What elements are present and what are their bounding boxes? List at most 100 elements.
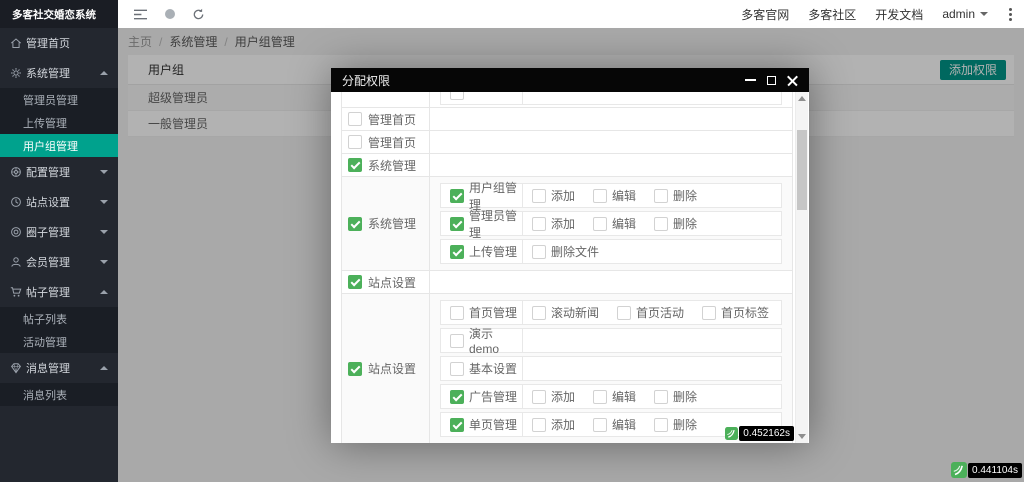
close-icon[interactable]: [787, 75, 798, 86]
permission-action-label: 编辑: [612, 418, 637, 432]
permission-action-label: 添加: [551, 390, 576, 404]
permission-label: 基本设置: [469, 362, 518, 376]
permission-row-管理首页: 管理首页: [342, 131, 792, 154]
permission-action-label: 删除: [673, 418, 698, 432]
checkbox-checked[interactable]: [450, 244, 464, 259]
checkbox-unchecked[interactable]: [654, 417, 669, 432]
sidebar-subitem-用户组管理[interactable]: 用户组管理: [0, 134, 118, 157]
topbar-right: 多客官网 多客社区 开发文档 admin: [741, 6, 1024, 23]
sidebar-item-配置管理[interactable]: 配置管理: [0, 157, 118, 187]
topbar-link[interactable]: 多客官网: [741, 6, 789, 23]
permission-cell-left: 管理首页: [342, 108, 430, 130]
more-options-icon[interactable]: [1007, 6, 1014, 23]
checkbox-unchecked[interactable]: [593, 216, 608, 231]
checkbox-unchecked[interactable]: [593, 417, 608, 432]
permission-action-添加: 添加: [532, 388, 575, 405]
permission-action-首页活动: 首页活动: [617, 304, 684, 321]
checkbox-unchecked[interactable]: [654, 188, 669, 203]
permission-label: 系统管理: [368, 217, 417, 231]
username: admin: [942, 7, 975, 21]
permission-subcell-left: 演示demo: [441, 327, 523, 356]
permission-subcell-left: [441, 92, 523, 104]
permission-subrow-演示demo: 演示demo: [440, 327, 782, 356]
topbar-link[interactable]: 开发文档: [875, 6, 923, 23]
checkbox-unchecked[interactable]: [348, 112, 362, 126]
permission-action-label: 首页活动: [636, 306, 685, 320]
sidebar-item-label: 消息管理: [26, 363, 70, 375]
sidebar-subitem-管理员管理[interactable]: 管理员管理: [0, 88, 118, 111]
scroll-down-icon[interactable]: [798, 434, 806, 439]
modal-scrollbar[interactable]: [795, 92, 808, 443]
checkbox-checked[interactable]: [450, 188, 464, 203]
message-icon: [10, 362, 23, 374]
checkbox-unchecked[interactable]: [593, 188, 608, 203]
permission-action-首页标签: 首页标签: [702, 304, 769, 321]
site-icon: [10, 196, 23, 208]
permission-label: 站点设置: [368, 362, 417, 376]
checkbox-unchecked[interactable]: [617, 305, 632, 320]
permission-action-添加: 添加: [532, 187, 575, 204]
sidebar-subitem-帖子列表[interactable]: 帖子列表: [0, 307, 118, 330]
minimize-icon[interactable]: [745, 79, 756, 81]
permission-action-删除文件: 删除文件: [532, 243, 599, 260]
permission-action-label: 编辑: [612, 189, 637, 203]
permission-subrow-用户组管理: 用户组管理 添加 编辑 删除: [440, 181, 782, 212]
permission-subcell-right: 添加 编辑 删除: [523, 184, 781, 207]
chevron-down-icon: [100, 200, 108, 204]
sidebar-item-管理首页[interactable]: 管理首页: [0, 28, 118, 58]
checkbox-checked[interactable]: [450, 389, 464, 404]
checkbox-unchecked[interactable]: [532, 188, 546, 203]
checkbox-checked[interactable]: [348, 216, 362, 231]
checkbox-unchecked[interactable]: [654, 216, 669, 231]
checkbox-unchecked[interactable]: [450, 305, 464, 320]
permission-action-编辑: 编辑: [593, 215, 636, 232]
scrollbar-thumb[interactable]: [797, 130, 807, 210]
checkbox-checked[interactable]: [348, 275, 362, 289]
checkbox-unchecked[interactable]: [450, 333, 464, 348]
maximize-icon[interactable]: [767, 75, 776, 85]
checkbox-unchecked[interactable]: [450, 92, 464, 100]
topbar-link[interactable]: 多客社区: [808, 6, 856, 23]
page-loadtime-badge: 0.441104s: [951, 462, 1022, 478]
checkbox-unchecked[interactable]: [654, 389, 669, 404]
permission-label: 演示demo: [469, 327, 500, 356]
user-menu[interactable]: admin: [942, 7, 988, 21]
permission-cell-right: [430, 92, 792, 107]
permission-action-label: 编辑: [612, 390, 637, 404]
checkbox-unchecked[interactable]: [532, 417, 546, 432]
checkbox-checked[interactable]: [450, 216, 464, 231]
sidebar-item-会员管理[interactable]: 会员管理: [0, 247, 118, 277]
sidebar-item-站点设置[interactable]: 站点设置: [0, 187, 118, 217]
sidebar-subitem-活动管理[interactable]: 活动管理: [0, 330, 118, 353]
checkbox-unchecked[interactable]: [532, 305, 546, 320]
checkbox-unchecked[interactable]: [532, 216, 546, 231]
sidebar-item-消息管理[interactable]: 消息管理: [0, 353, 118, 383]
checkbox-checked[interactable]: [348, 158, 362, 172]
checkbox-unchecked[interactable]: [532, 389, 546, 404]
checkbox-unchecked[interactable]: [702, 305, 717, 320]
scroll-up-icon[interactable]: [798, 96, 806, 101]
refresh-icon[interactable]: [192, 8, 205, 21]
sidebar-item-圈子管理[interactable]: 圈子管理: [0, 217, 118, 247]
checkbox-unchecked[interactable]: [348, 135, 362, 149]
chevron-up-icon: [100, 71, 108, 75]
gear-icon: [10, 67, 23, 79]
sidebar-item-系统管理[interactable]: 系统管理: [0, 58, 118, 88]
permission-action-滚动新闻: 滚动新闻: [532, 304, 599, 321]
checkbox-unchecked[interactable]: [532, 244, 546, 259]
sidebar-subitem-消息列表[interactable]: 消息列表: [0, 383, 118, 406]
circle-icon: [10, 226, 23, 238]
permission-cell-right: 首页管理 滚动新闻 首页活动 首页标签 演示demo 基本设置 广告管理 添加 编辑 删除 单页管理…: [430, 294, 792, 443]
assign-permissions-modal: 分配权限 管理首页 管理首页 系统管理 系统管理 用户组管理 添加 编辑 删除 管理员管理 添加编…: [331, 68, 809, 443]
permission-action-label: 添加: [551, 217, 576, 231]
checkbox-unchecked[interactable]: [450, 361, 464, 376]
sidebar-item-帖子管理[interactable]: 帖子管理: [0, 277, 118, 307]
status-dot-icon[interactable]: [165, 9, 175, 19]
checkbox-unchecked[interactable]: [593, 389, 608, 404]
checkbox-checked[interactable]: [450, 417, 464, 432]
collapse-menu-icon[interactable]: [133, 8, 148, 21]
permission-row-站点设置: 站点设置: [342, 271, 792, 294]
checkbox-checked[interactable]: [348, 361, 362, 376]
permission-label: 管理首页: [368, 112, 417, 127]
sidebar-subitem-上传管理[interactable]: 上传管理: [0, 111, 118, 134]
